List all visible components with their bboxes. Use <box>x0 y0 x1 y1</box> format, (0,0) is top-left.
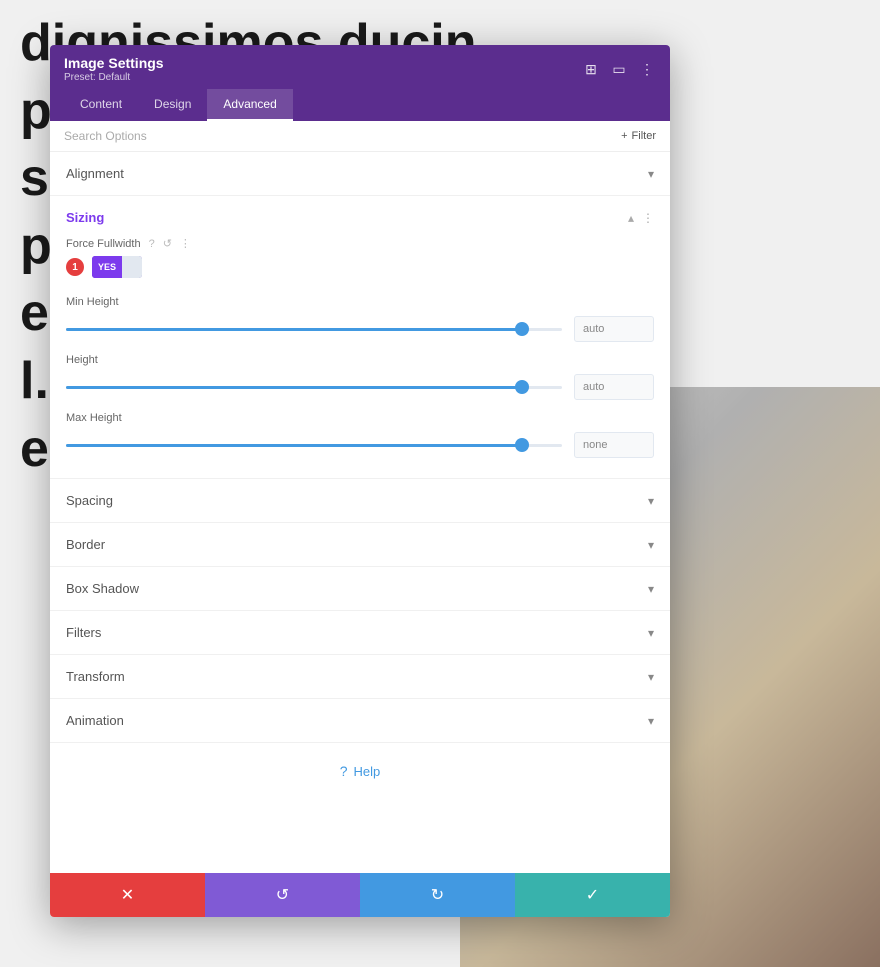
max-height-label: Max Height <box>66 412 654 424</box>
modal-body: Alignment ▾ Sizing ▴ ⋮ Force Fullwidth ?… <box>50 152 670 873</box>
reset-button[interactable]: ↺ <box>205 873 360 917</box>
max-height-slider-row <box>66 432 654 458</box>
step-badge: 1 <box>66 258 84 276</box>
help-row: ? Help <box>50 743 670 799</box>
sizing-label: Sizing <box>66 210 104 225</box>
max-height-thumb[interactable] <box>515 438 529 452</box>
border-label: Border <box>66 537 105 552</box>
height-input[interactable] <box>574 374 654 400</box>
sizing-more[interactable]: ⋮ <box>642 211 654 225</box>
force-fullwidth-reset-icon[interactable]: ↺ <box>163 237 172 250</box>
min-height-label: Min Height <box>66 296 654 308</box>
tab-design[interactable]: Design <box>138 89 207 121</box>
redo-button[interactable]: ↻ <box>360 873 515 917</box>
min-height-input[interactable] <box>574 316 654 342</box>
tab-advanced[interactable]: Advanced <box>207 89 292 121</box>
min-height-thumb[interactable] <box>515 322 529 336</box>
modal-title: Image Settings <box>64 55 164 71</box>
max-height-field: Max Height <box>50 404 670 462</box>
help-circle-icon: ? <box>340 763 348 779</box>
filter-label: Filter <box>632 130 656 142</box>
search-placeholder[interactable]: Search Options <box>64 129 147 143</box>
transform-chevron: ▾ <box>648 670 654 684</box>
height-label: Height <box>66 354 654 366</box>
max-height-input[interactable] <box>574 432 654 458</box>
box-shadow-label: Box Shadow <box>66 581 139 596</box>
force-fullwidth-toggle-wrap: 1 YES <box>50 254 670 288</box>
help-label[interactable]: Help <box>354 764 381 779</box>
more-icon[interactable]: ⋮ <box>638 60 656 78</box>
min-height-track[interactable] <box>66 328 562 331</box>
animation-chevron: ▾ <box>648 714 654 728</box>
modal-footer: ✕ ↺ ↻ ✓ <box>50 873 670 917</box>
reset-icon: ↺ <box>276 885 289 905</box>
height-field: Height <box>50 346 670 404</box>
force-fullwidth-label: Force Fullwidth <box>66 238 141 250</box>
sizing-section: Sizing ▴ ⋮ Force Fullwidth ? ↺ ⋮ 1 YES <box>50 196 670 479</box>
modal-preset: Preset: Default <box>64 72 164 83</box>
filters-section[interactable]: Filters ▾ <box>50 611 670 655</box>
spacing-label: Spacing <box>66 493 113 508</box>
force-fullwidth-help-icon[interactable]: ? <box>149 238 155 250</box>
columns-icon[interactable]: ▭ <box>610 60 628 78</box>
cancel-icon: ✕ <box>121 885 134 905</box>
filters-label: Filters <box>66 625 101 640</box>
toggle-no[interactable] <box>122 256 142 278</box>
sizing-header: Sizing ▴ ⋮ <box>50 196 670 233</box>
alignment-chevron: ▾ <box>648 167 654 181</box>
sizing-chevron-up[interactable]: ▴ <box>628 211 634 225</box>
image-settings-modal: Image Settings Preset: Default ⊞ ▭ ⋮ Con… <box>50 45 670 917</box>
modal-title-group: Image Settings Preset: Default <box>64 55 164 83</box>
alignment-label: Alignment <box>66 166 124 181</box>
box-shadow-chevron: ▾ <box>648 582 654 596</box>
sizing-controls: ▴ ⋮ <box>628 211 654 225</box>
max-height-track[interactable] <box>66 444 562 447</box>
height-track[interactable] <box>66 386 562 389</box>
animation-section[interactable]: Animation ▾ <box>50 699 670 743</box>
modal-header-icons: ⊞ ▭ ⋮ <box>582 60 656 78</box>
save-icon: ✓ <box>586 885 599 905</box>
filter-plus-icon: + <box>621 130 627 142</box>
border-section[interactable]: Border ▾ <box>50 523 670 567</box>
spacing-chevron: ▾ <box>648 494 654 508</box>
alignment-section[interactable]: Alignment ▾ <box>50 152 670 196</box>
expand-icon[interactable]: ⊞ <box>582 60 600 78</box>
force-fullwidth-toggle[interactable]: YES <box>92 256 142 278</box>
transform-label: Transform <box>66 669 125 684</box>
spacing-section[interactable]: Spacing ▾ <box>50 479 670 523</box>
filter-button[interactable]: + Filter <box>621 130 656 142</box>
modal-header: Image Settings Preset: Default ⊞ ▭ ⋮ Con… <box>50 45 670 121</box>
box-shadow-section[interactable]: Box Shadow ▾ <box>50 567 670 611</box>
animation-label: Animation <box>66 713 124 728</box>
min-height-slider-row <box>66 316 654 342</box>
save-button[interactable]: ✓ <box>515 873 670 917</box>
search-input-wrap: Search Options <box>64 129 147 143</box>
min-height-field: Min Height <box>50 288 670 346</box>
height-slider-row <box>66 374 654 400</box>
filters-chevron: ▾ <box>648 626 654 640</box>
redo-icon: ↻ <box>431 885 444 905</box>
toggle-yes[interactable]: YES <box>92 256 122 278</box>
height-thumb[interactable] <box>515 380 529 394</box>
cancel-button[interactable]: ✕ <box>50 873 205 917</box>
force-fullwidth-row: Force Fullwidth ? ↺ ⋮ <box>50 233 670 254</box>
transform-section[interactable]: Transform ▾ <box>50 655 670 699</box>
search-bar: Search Options + Filter <box>50 121 670 152</box>
modal-tabs: Content Design Advanced <box>64 89 656 121</box>
tab-content[interactable]: Content <box>64 89 138 121</box>
force-fullwidth-more-icon[interactable]: ⋮ <box>180 237 191 250</box>
border-chevron: ▾ <box>648 538 654 552</box>
